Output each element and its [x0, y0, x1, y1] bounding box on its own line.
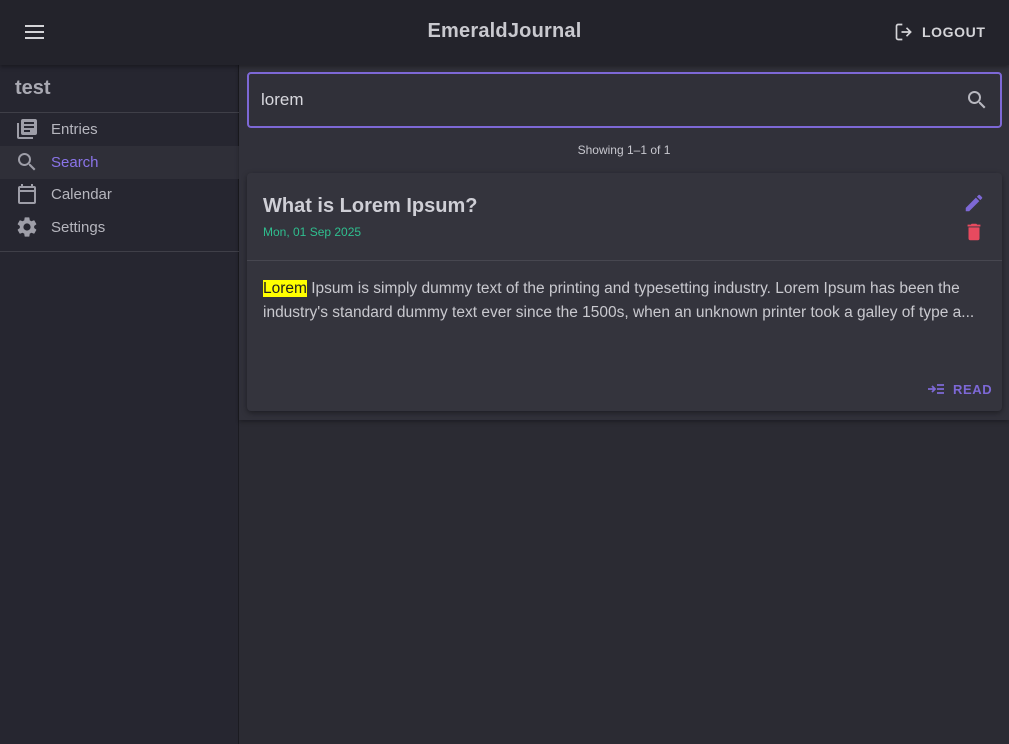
user-name: test — [15, 77, 51, 99]
logout-label: LOGOUT — [922, 24, 986, 40]
entry-title: What is Lorem Ipsum? — [263, 195, 478, 217]
excerpt-text: Ipsum is simply dummy text of the printi… — [263, 280, 975, 321]
sidebar-divider-bottom — [0, 251, 239, 252]
delete-trash-icon[interactable] — [963, 221, 985, 243]
search-icon — [18, 153, 36, 171]
sidebar-item-label: Calendar — [51, 186, 112, 203]
search-highlight: Lorem — [263, 280, 307, 297]
search-input[interactable] — [261, 88, 951, 112]
sidebar-item-search[interactable]: Search — [0, 146, 239, 179]
gear-icon — [17, 217, 37, 237]
card-divider — [247, 260, 1002, 261]
sidebar-item-settings[interactable]: Settings — [0, 211, 239, 244]
entry-excerpt: Lorem Ipsum is simply dummy text of the … — [263, 277, 988, 325]
result-count: Showing 1–1 of 1 — [577, 143, 671, 157]
sidebar-item-label: Settings — [51, 219, 106, 236]
logout-button[interactable]: LOGOUT — [886, 16, 992, 48]
search-icon[interactable] — [965, 88, 989, 112]
sidebar: test Entries Search Calendar Settings — [0, 65, 239, 744]
sidebar-item-calendar[interactable]: Calendar — [0, 178, 239, 211]
logout-icon — [895, 23, 912, 41]
entry-date: Mon, 01 Sep 2025 — [263, 225, 362, 239]
entry-card: What is Lorem Ipsum? Mon, 01 Sep 2025 Lo… — [247, 173, 1002, 411]
app-title: EmeraldJournal — [427, 20, 582, 42]
calendar-icon — [18, 184, 36, 204]
sidebar-item-label: Entries — [51, 121, 98, 138]
sidebar-item-entries[interactable]: Entries — [0, 113, 239, 146]
read-button[interactable]: READ — [927, 379, 997, 399]
book-icon — [17, 119, 37, 139]
sidebar-item-label: Search — [51, 154, 99, 171]
search-field — [247, 72, 1002, 128]
read-label: READ — [953, 381, 993, 397]
app-bar: EmeraldJournal LOGOUT — [0, 0, 1009, 65]
edit-pencil-icon[interactable] — [963, 192, 985, 214]
read-more-icon — [928, 384, 944, 394]
search-panel: Showing 1–1 of 1 What is Lorem Ipsum? Mo… — [239, 65, 1009, 420]
